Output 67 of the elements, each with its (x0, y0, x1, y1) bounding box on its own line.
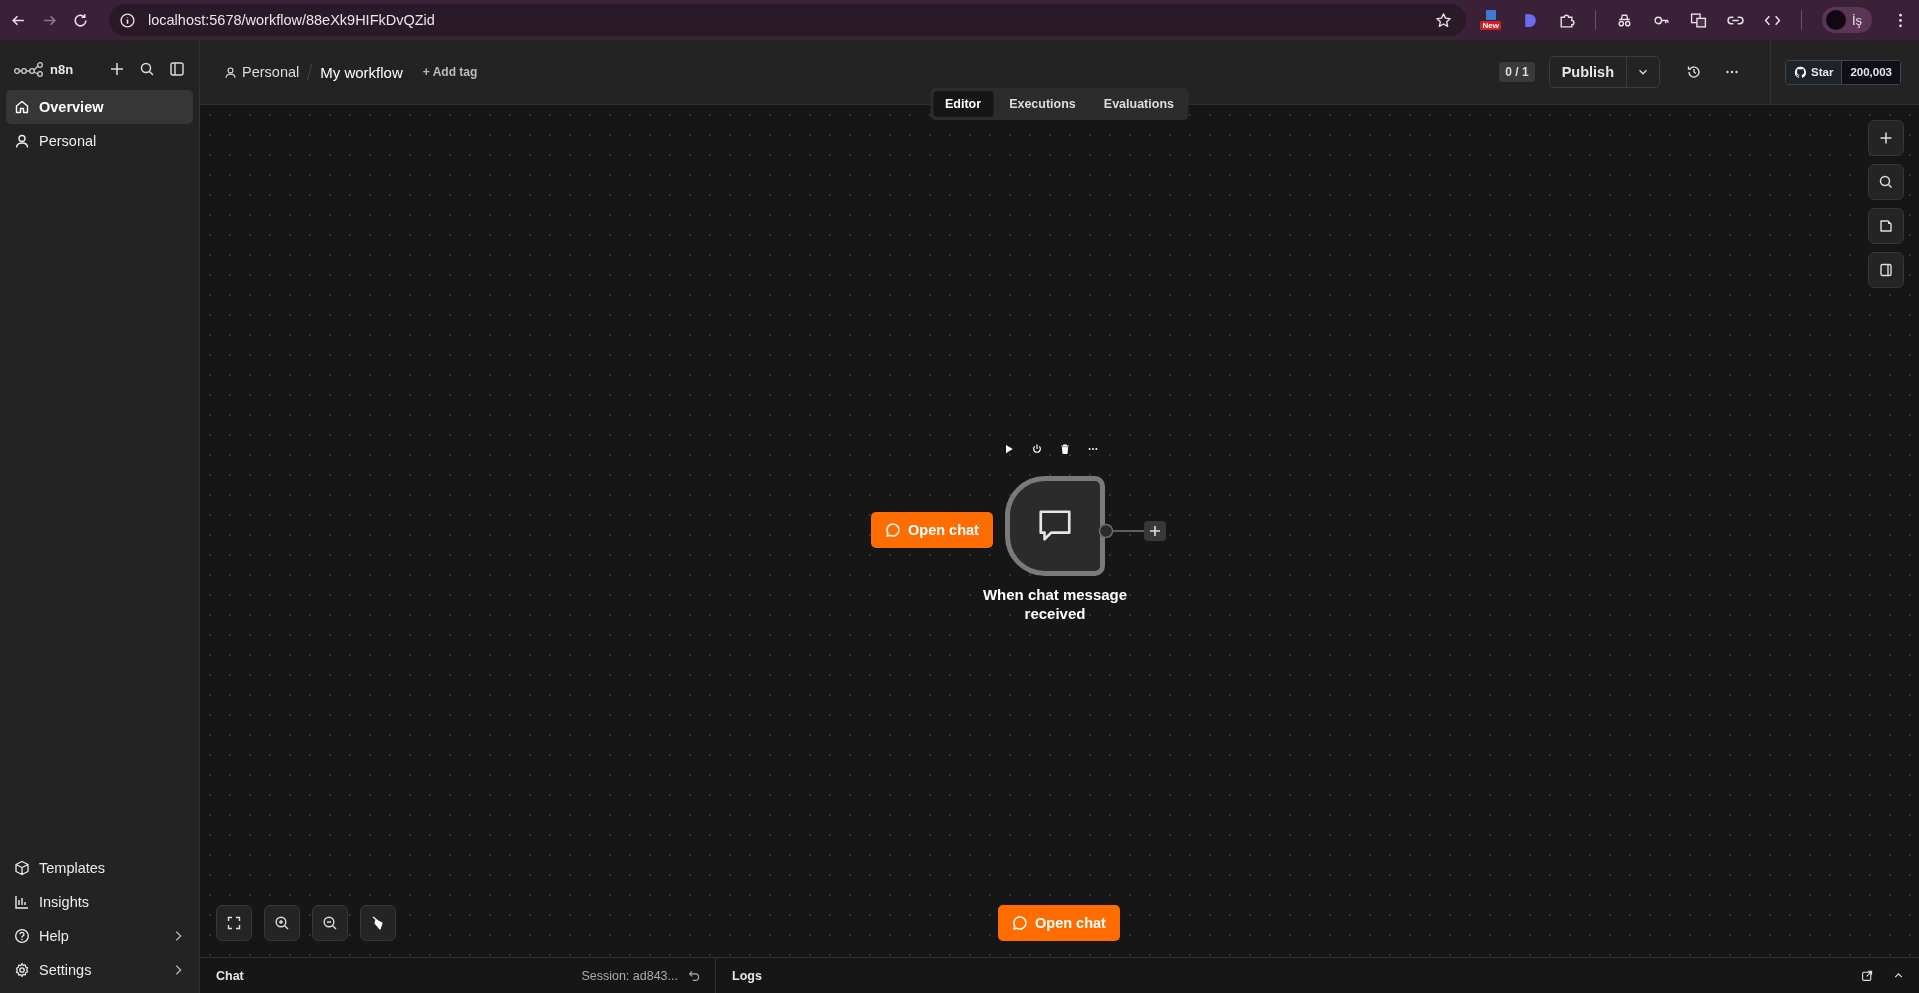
version-counter: 0 / 1 (1499, 62, 1535, 82)
publish-button[interactable]: Publish (1549, 57, 1628, 87)
settings-icon (14, 962, 30, 978)
new-badge: New (1480, 21, 1501, 30)
pop-out-icon[interactable] (1861, 969, 1874, 982)
note-icon (1878, 218, 1894, 234)
chat-panel-title: Chat (216, 968, 244, 983)
broom-icon (370, 915, 386, 931)
zoom-in-icon (274, 915, 290, 931)
tab[interactable]: Editor (933, 91, 994, 117)
user-icon (14, 133, 30, 149)
zoom-in-button[interactable] (264, 905, 300, 941)
url-text: localhost:5678/workflow/88eXk9HIFkDvQZid (148, 12, 435, 28)
search-icon (1878, 174, 1894, 190)
home-icon (14, 99, 30, 115)
user-icon (224, 65, 237, 79)
app-name: n8n (50, 61, 74, 77)
panel-toggle-button[interactable] (1868, 252, 1904, 288)
help-icon (14, 928, 30, 944)
add-tag-link[interactable]: + Add tag (422, 65, 478, 79)
chat-icon (885, 522, 901, 538)
avatar-icon (1825, 10, 1846, 30)
sidebar-item[interactable]: Insights (6, 885, 193, 919)
sidebar-item[interactable]: Help (6, 919, 193, 953)
search-button[interactable] (1868, 164, 1904, 200)
fullscreen-icon (226, 915, 242, 931)
sticky-note-button[interactable] (1868, 208, 1904, 244)
bar-chart-icon (14, 894, 30, 910)
trigger-node[interactable] (1005, 476, 1105, 576)
sidebar-item[interactable]: Templates (6, 851, 193, 885)
plus-icon[interactable] (109, 61, 125, 77)
add-node-button[interactable] (1868, 120, 1904, 156)
power-icon[interactable] (1031, 443, 1043, 455)
puzzle-icon[interactable] (1557, 11, 1575, 29)
star-icon[interactable] (1435, 11, 1453, 29)
translate-icon[interactable] (1689, 11, 1707, 29)
search-icon[interactable] (139, 61, 155, 77)
github-icon (1794, 65, 1808, 79)
undo-icon[interactable] (688, 969, 701, 982)
extension-icon[interactable] (1484, 10, 1497, 20)
node-label: When chat message received (981, 585, 1129, 623)
plus-icon (1878, 130, 1894, 146)
history-icon[interactable] (1686, 64, 1703, 80)
zoom-out-icon (322, 915, 338, 931)
clean-up-button[interactable] (360, 905, 396, 941)
trash-icon[interactable] (1059, 443, 1071, 455)
panel-icon (1878, 262, 1894, 278)
info-icon (119, 11, 136, 29)
github-star-button[interactable]: Star 200,003 (1785, 59, 1901, 85)
session-id: Session: ad843... (581, 968, 678, 983)
sidebar-item[interactable]: Personal (6, 124, 193, 158)
logs-panel-title: Logs (732, 968, 762, 983)
reload-icon[interactable] (72, 11, 89, 29)
sidebar-toggle-icon[interactable] (169, 61, 185, 77)
chat-icon (1012, 915, 1028, 931)
sidebar-item[interactable]: Overview (6, 90, 193, 124)
workflow-name[interactable]: My workflow (320, 63, 403, 81)
address-bar[interactable]: localhost:5678/workflow/88eXk9HIFkDvQZid (109, 4, 1467, 36)
sidebar-item[interactable]: Settings (6, 953, 193, 987)
n8n-logo-icon (14, 61, 44, 77)
fit-view-button[interactable] (216, 905, 252, 941)
play-icon[interactable] (1003, 443, 1015, 455)
profile-button[interactable]: İş (1821, 7, 1872, 33)
output-connector[interactable] (1098, 519, 1168, 543)
project-link[interactable]: Personal (224, 64, 300, 80)
zoom-out-button[interactable] (312, 905, 348, 941)
box-icon (14, 860, 30, 876)
